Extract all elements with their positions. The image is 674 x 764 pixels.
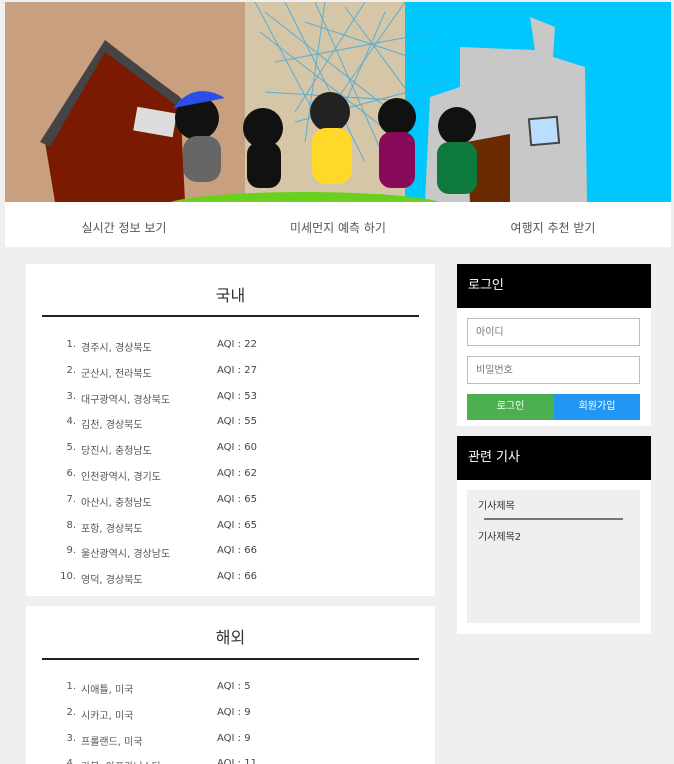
rank-number: 2. [66, 364, 76, 376]
news-item[interactable]: 기사제목2 [478, 528, 521, 543]
news-panel: 기사제목 기사제목2 [457, 480, 651, 634]
location-name: 영덕, 경상북도 [81, 575, 143, 587]
aqi-value: AQI : 66 [217, 571, 257, 583]
rank-number: 6. [66, 468, 76, 479]
rank-number: 2. [66, 706, 76, 718]
aqi-value: AQI : 9 [217, 732, 251, 744]
news-header: 관련 기사 [457, 436, 651, 480]
aqi-value: AQI : 11 [217, 758, 257, 764]
location-name: 시카고, 미국 [81, 710, 134, 722]
overseas-title: 해외 [215, 628, 246, 647]
header-banner [5, 2, 671, 202]
list-item: 4. 김천, 경상북도 AQI : 55 [26, 416, 435, 436]
list-item: 3. 대구광역시, 경상북도 AQI : 53 [26, 391, 435, 411]
aqi-value: AQI : 22 [217, 339, 257, 350]
rank-number: 4. [66, 416, 76, 428]
rank-number: 3. [66, 732, 76, 744]
rank-number: 3. [66, 390, 76, 402]
list-item: 6. 인천광역시, 경기도 AQI : 62 [26, 468, 435, 488]
nav-dust-forecast[interactable]: 미세먼지 예측 하기 [243, 202, 433, 247]
location-name: 인천광역시, 경기도 [81, 472, 161, 483]
list-item: 7. 아산시, 충청남도 AQI : 65 [26, 494, 435, 514]
aqi-value: AQI : 53 [217, 390, 257, 402]
id-input[interactable] [467, 318, 640, 346]
nav-realtime-info[interactable]: 실시간 정보 보기 [29, 202, 219, 247]
overseas-ranking-card: 해외 1. 시애틀, 미국 AQI : 5 2. 시카고, 미국 AQI : 9 3. 프롤랜… [26, 606, 435, 764]
aqi-value: AQI : 66 [217, 545, 257, 557]
location-name: 군산시, 전라북도 [81, 368, 152, 380]
list-item: 2. 시카고, 미국 AQI : 9 [26, 707, 435, 727]
news-item[interactable]: 기사제목 [478, 497, 515, 512]
aqi-value: AQI : 27 [217, 364, 257, 376]
aqi-value: AQI : 5 [217, 681, 251, 692]
list-item: 10. 영덕, 경상북도 AQI : 66 [26, 571, 435, 591]
rank-number: 5. [66, 442, 76, 454]
rank-number: 1. [66, 681, 76, 692]
login-button[interactable]: 로그인 [467, 394, 554, 420]
signup-button[interactable]: 회원가입 [554, 394, 640, 420]
domestic-ranking-card: 국내 1. 경주시, 경상북도 AQI : 22 2. 군산시, 전라북도 AQI : 2… [26, 264, 435, 596]
aqi-value: AQI : 55 [217, 416, 257, 428]
location-name: 아산시, 충청남도 [81, 497, 152, 509]
list-item: 3. 프롤랜드, 미국 AQI : 9 [26, 733, 435, 753]
divider [42, 315, 419, 317]
rank-number: 7. [66, 493, 76, 505]
location-name: 울산광역시, 경상남도 [81, 549, 171, 561]
location-name: 포항, 경상북도 [81, 523, 143, 535]
list-item: 5. 당진시, 충청남도 AQI : 60 [26, 442, 435, 462]
aqi-value: AQI : 9 [217, 706, 251, 718]
location-name: 대구광역시, 경상북도 [81, 394, 171, 406]
location-name: 김천, 경상북도 [81, 420, 143, 432]
news-list: 기사제목 기사제목2 [467, 490, 640, 623]
list-item: 4. 카불, 아프가니스탄 AQI : 11 [26, 758, 435, 764]
list-item: 8. 포항, 경상북도 AQI : 65 [26, 520, 435, 540]
location-name: 카불, 아프가니스탄 [81, 758, 161, 764]
rank-number: 1. [66, 339, 76, 350]
list-item: 1. 경주시, 경상북도 AQI : 22 [26, 339, 435, 359]
location-name: 시애틀, 미국 [81, 685, 134, 696]
list-item: 9. 울산광역시, 경상남도 AQI : 66 [26, 545, 435, 565]
location-name: 당진시, 충청남도 [81, 446, 152, 458]
banner-illustration [5, 2, 671, 202]
aqi-value: AQI : 65 [217, 519, 257, 531]
rank-number: 4. [66, 758, 76, 764]
location-name: 프롤랜드, 미국 [81, 736, 143, 748]
list-item: 1. 시애틀, 미국 AQI : 5 [26, 681, 435, 701]
aqi-value: AQI : 65 [217, 493, 257, 505]
location-name: 경주시, 경상북도 [81, 343, 152, 354]
divider [484, 518, 623, 520]
nav-travel-recommend[interactable]: 여행지 추천 받기 [458, 202, 648, 247]
aqi-value: AQI : 62 [217, 468, 257, 479]
main-nav: 실시간 정보 보기 미세먼지 예측 하기 여행지 추천 받기 [5, 202, 671, 247]
rank-number: 10. [60, 571, 76, 583]
aqi-value: AQI : 60 [217, 442, 257, 454]
rank-number: 9. [66, 545, 76, 557]
list-item: 2. 군산시, 전라북도 AQI : 27 [26, 365, 435, 385]
domestic-title: 국내 [215, 286, 246, 305]
rank-number: 8. [66, 519, 76, 531]
login-header: 로그인 [457, 264, 651, 308]
login-panel: 로그인 회원가입 [457, 308, 651, 426]
password-input[interactable] [467, 356, 640, 384]
divider [42, 658, 419, 660]
